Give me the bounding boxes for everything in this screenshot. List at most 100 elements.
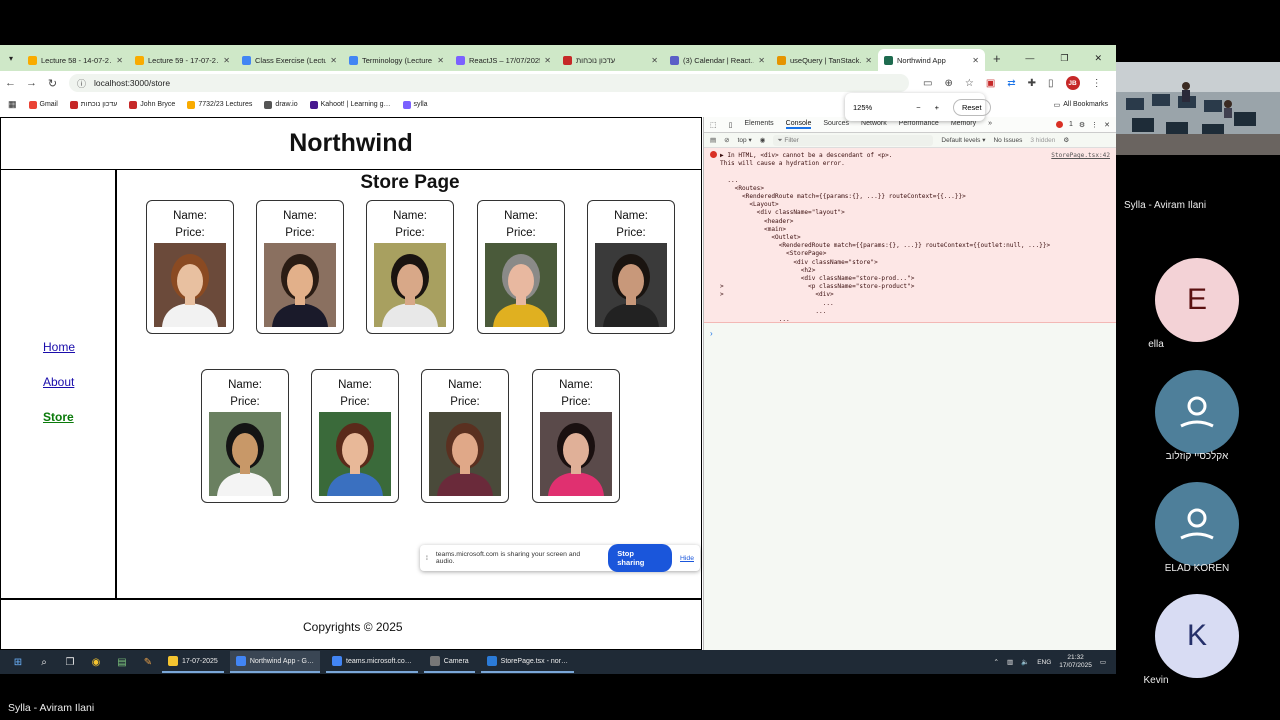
product-card[interactable]: Name: Price: bbox=[256, 200, 344, 334]
participant-avatar[interactable]: K bbox=[1155, 594, 1239, 678]
browser-tab[interactable]: Lecture 58 - 14-07-2… ✕ bbox=[22, 49, 129, 71]
clear-console-icon[interactable]: ⊘ bbox=[724, 136, 729, 144]
bookmark-item[interactable]: 7732/23 Lectures bbox=[187, 100, 252, 109]
browser-tab[interactable]: Lecture 59 - 17-07-2… ✕ bbox=[129, 49, 236, 71]
product-card[interactable]: Name: Price: bbox=[587, 200, 675, 334]
devtools-tab[interactable]: » bbox=[988, 120, 992, 129]
browser-tab[interactable]: עדכון נוכחות ✕ bbox=[557, 49, 664, 71]
tray-expand-icon[interactable]: ⌃ bbox=[994, 658, 999, 666]
issues-indicator[interactable]: No Issues bbox=[993, 137, 1022, 144]
tab-close-icon[interactable]: ✕ bbox=[116, 56, 123, 65]
apps-grid-icon[interactable]: ▦ bbox=[8, 99, 17, 110]
bookmark-item[interactable]: Kahoot! | Learning g… bbox=[309, 100, 391, 109]
windows-start-icon[interactable]: ⊞ bbox=[10, 654, 26, 670]
tab-close-icon[interactable]: ✕ bbox=[972, 56, 979, 65]
tab-close-icon[interactable]: ✕ bbox=[758, 56, 765, 65]
product-card[interactable]: Name: Price: bbox=[146, 200, 234, 334]
reload-icon[interactable]: ↻ bbox=[42, 77, 63, 90]
device-toolbar-icon[interactable]: ▯ bbox=[729, 121, 733, 129]
language-indicator[interactable]: ENG bbox=[1037, 659, 1051, 666]
taskbar-app-item[interactable]: teams.microsoft.co… bbox=[326, 651, 418, 673]
participant-avatar[interactable] bbox=[1155, 482, 1239, 566]
forward-icon[interactable]: → bbox=[21, 77, 42, 89]
settings-icon[interactable]: ⚙ bbox=[1079, 121, 1085, 129]
bookmark-item[interactable]: Gmail bbox=[28, 100, 58, 109]
product-card[interactable]: Name: Price: bbox=[477, 200, 565, 334]
notepad-icon[interactable]: ▤ bbox=[114, 654, 130, 670]
bookmark-item[interactable]: sylla bbox=[402, 100, 428, 109]
zoom-out-button[interactable]: − bbox=[916, 103, 920, 112]
address-bar[interactable]: ⓘ localhost:3000/store bbox=[69, 74, 909, 92]
browser-menu-icon[interactable]: ⋮ bbox=[1092, 78, 1102, 89]
product-card[interactable]: Name: Price: bbox=[201, 369, 289, 503]
log-levels-dropdown[interactable]: Default levels ▾ bbox=[941, 136, 985, 144]
devtools-close-icon[interactable]: ✕ bbox=[1104, 121, 1110, 129]
hide-share-bar-link[interactable]: Hide bbox=[680, 555, 694, 562]
tab-close-icon[interactable]: ✕ bbox=[223, 56, 230, 65]
tab-close-icon[interactable]: ✕ bbox=[544, 56, 551, 65]
profile-avatar[interactable]: JB bbox=[1065, 76, 1080, 90]
nav-link-store[interactable]: Store bbox=[43, 410, 74, 424]
bookmark-item[interactable]: draw.io bbox=[264, 100, 298, 109]
back-icon[interactable]: ← bbox=[0, 77, 21, 89]
close-icon[interactable]: ✕ bbox=[1094, 53, 1102, 64]
maximize-icon[interactable]: ❐ bbox=[1060, 53, 1068, 64]
task-view-icon[interactable]: ❐ bbox=[62, 654, 78, 670]
taskbar-search-icon[interactable]: ⌕ bbox=[36, 654, 52, 670]
browser-tab[interactable]: ReactJS – 17/07/2025 ✕ bbox=[450, 49, 557, 71]
minimize-icon[interactable]: — bbox=[1025, 53, 1034, 64]
taskbar-app-item[interactable]: StorePage.tsx - nor… bbox=[480, 651, 574, 673]
devtools-tab[interactable]: Elements bbox=[744, 120, 773, 129]
bookmark-item[interactable]: עדכון נוכחות bbox=[69, 100, 117, 109]
devtools-tab[interactable]: Network bbox=[861, 120, 887, 129]
nav-link-home[interactable]: Home bbox=[43, 340, 75, 354]
console-filter-input[interactable]: ⏷ Filter bbox=[773, 134, 934, 146]
devtools-tab[interactable]: Memory bbox=[951, 120, 976, 129]
devtools-tab[interactable]: Performance bbox=[899, 120, 939, 129]
console-sidebar-icon[interactable]: ▤ bbox=[710, 136, 716, 144]
product-card[interactable]: Name: Price: bbox=[532, 369, 620, 503]
extension-new-icon[interactable]: ▣ bbox=[986, 78, 995, 89]
chrome-icon[interactable]: ◉ bbox=[88, 654, 104, 670]
stop-sharing-button[interactable]: Stop sharing bbox=[608, 544, 673, 572]
bookmark-star-icon[interactable]: ☆ bbox=[965, 78, 974, 89]
error-count[interactable]: 1 bbox=[1069, 121, 1073, 128]
context-selector[interactable]: top ▾ bbox=[738, 136, 752, 144]
translate-icon[interactable]: ⇄ bbox=[1007, 78, 1015, 89]
bookmark-item[interactable]: John Bryce bbox=[129, 100, 175, 109]
extensions-icon[interactable]: ✚ bbox=[1028, 78, 1036, 89]
new-tab-button[interactable]: + bbox=[985, 51, 1009, 66]
cast-icon[interactable]: ▭ bbox=[923, 78, 932, 89]
sidebar-icon[interactable]: ▯ bbox=[1048, 78, 1054, 89]
browser-tab[interactable]: Northwind App ✕ bbox=[878, 49, 985, 71]
drag-handle-icon[interactable]: ⁞ bbox=[426, 555, 428, 562]
product-card[interactable]: Name: Price: bbox=[366, 200, 454, 334]
tab-close-icon[interactable]: ✕ bbox=[651, 56, 658, 65]
zoom-reset-button[interactable]: Reset bbox=[952, 98, 991, 116]
product-card[interactable]: Name: Price: bbox=[421, 369, 509, 503]
network-icon[interactable]: ▥ bbox=[1007, 658, 1013, 666]
browser-tab[interactable]: Class Exercise (Lectu…✕ bbox=[236, 49, 343, 71]
site-info-icon[interactable]: ⓘ bbox=[77, 77, 86, 90]
taskbar-app-item[interactable]: 17-07-2025 bbox=[162, 651, 224, 673]
taskbar-clock[interactable]: 21:32 17/07/2025 bbox=[1059, 654, 1092, 670]
inspect-element-icon[interactable]: ⬚ bbox=[710, 121, 717, 129]
console-settings-icon[interactable]: ⚙ bbox=[1063, 136, 1069, 144]
participant-avatar[interactable] bbox=[1155, 370, 1239, 454]
eye-icon[interactable]: ◉ bbox=[760, 136, 766, 144]
volume-icon[interactable]: 🔈 bbox=[1021, 658, 1029, 666]
product-card[interactable]: Name: Price: bbox=[311, 369, 399, 503]
zoom-in-button[interactable]: + bbox=[935, 103, 939, 112]
all-bookmarks[interactable]: ▭ All Bookmarks bbox=[1054, 101, 1116, 109]
error-source-link[interactable]: StorePage.tsx:42 bbox=[1051, 152, 1110, 159]
tab-close-icon[interactable]: ✕ bbox=[437, 56, 444, 65]
taskbar-app-item[interactable]: Camera bbox=[423, 651, 475, 673]
nav-link-about[interactable]: About bbox=[43, 375, 74, 389]
tab-close-icon[interactable]: ✕ bbox=[865, 56, 872, 65]
tab-close-icon[interactable]: ✕ bbox=[330, 56, 337, 65]
zoom-icon[interactable]: ⊕ bbox=[944, 78, 952, 89]
devtools-menu-icon[interactable]: ⋮ bbox=[1091, 121, 1098, 129]
participant-avatar[interactable]: E bbox=[1155, 258, 1239, 342]
devtools-tab[interactable]: Console bbox=[785, 120, 812, 129]
browser-tab[interactable]: (3) Calendar | React… ✕ bbox=[664, 49, 771, 71]
